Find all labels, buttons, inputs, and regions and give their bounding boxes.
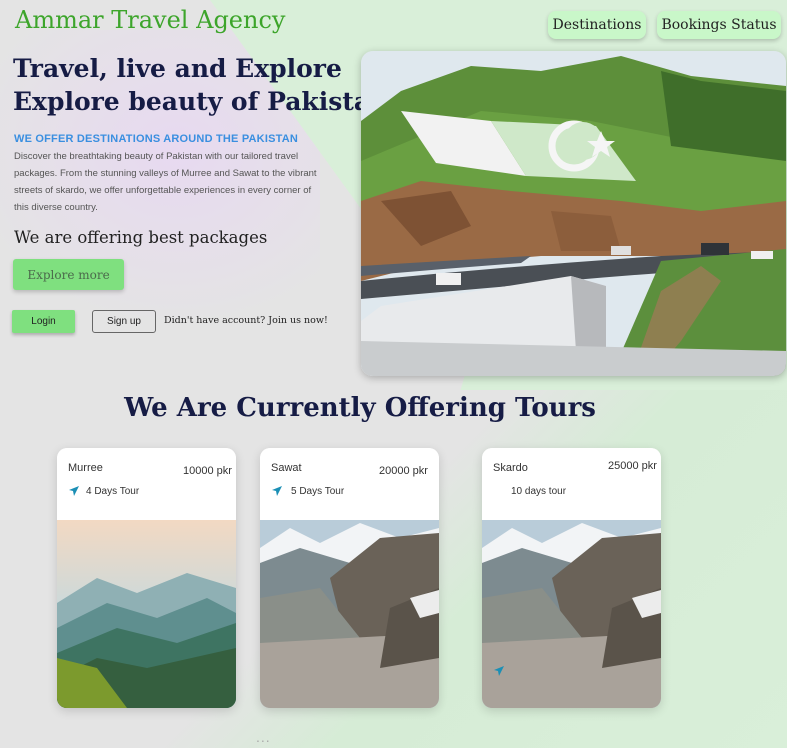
tour-image-skardo: [482, 518, 661, 708]
tour-duration: 10 days tour: [511, 486, 567, 497]
tour-card-header: Skardo 25000 pkr 10 days tour: [482, 448, 661, 520]
tours-section-title: We Are Currently Offering Tours: [124, 393, 596, 423]
hero-headline-line1: Travel, live and Explore: [13, 54, 342, 83]
tour-name: Skardo: [493, 462, 528, 474]
hero-headline-line2: Explore beauty of Pakistan: [13, 87, 389, 116]
hero-headline: Travel, live and Explore Explore beauty …: [13, 52, 389, 118]
tour-image-sawat: [260, 518, 439, 708]
tour-price: 10000 pkr: [183, 465, 232, 477]
tour-card-header: Murree 10000 pkr 4 Days Tour: [57, 448, 236, 520]
tour-price: 25000 pkr: [608, 460, 657, 472]
navigation-arrow-icon: [272, 486, 282, 496]
tour-card-header: Sawat 20000 pkr 5 Days Tour: [260, 448, 439, 520]
hero-landscape-illustration: [361, 51, 786, 376]
tour-image-murree: [57, 518, 236, 708]
hero-description: Discover the breathtaking beauty of Paki…: [14, 151, 317, 213]
navigation-arrow-icon: [69, 486, 79, 496]
tour-name: Sawat: [271, 462, 302, 474]
tour-card-sawat[interactable]: Sawat 20000 pkr 5 Days Tour: [260, 448, 439, 708]
tour-card-skardo[interactable]: Skardo 25000 pkr 10 days tour: [482, 448, 661, 708]
brand-logo-text[interactable]: Ammar Travel Agency: [15, 6, 285, 34]
hero-eyebrow: WE OFFER DESTINATIONS AROUND THE PAKISTA…: [14, 133, 299, 145]
tour-duration: 5 Days Tour: [291, 486, 345, 497]
nav-destinations-button[interactable]: Destinations: [548, 11, 646, 39]
tour-duration: 4 Days Tour: [86, 486, 140, 497]
explore-more-button[interactable]: Explore more: [13, 259, 124, 290]
tour-name: Murree: [68, 462, 103, 474]
nav-bookings-status-button[interactable]: Bookings Status: [657, 11, 781, 39]
join-us-text[interactable]: Didn't have account? Join us now!: [164, 315, 328, 326]
more-indicator: ...: [256, 729, 271, 745]
hero-image: [361, 51, 786, 376]
packages-heading: We are offering best packages: [14, 228, 268, 247]
login-button[interactable]: Login: [12, 310, 75, 333]
tour-price: 20000 pkr: [379, 465, 428, 477]
signup-button[interactable]: Sign up: [92, 310, 156, 333]
tour-card-murree[interactable]: Murree 10000 pkr 4 Days Tour: [57, 448, 236, 708]
